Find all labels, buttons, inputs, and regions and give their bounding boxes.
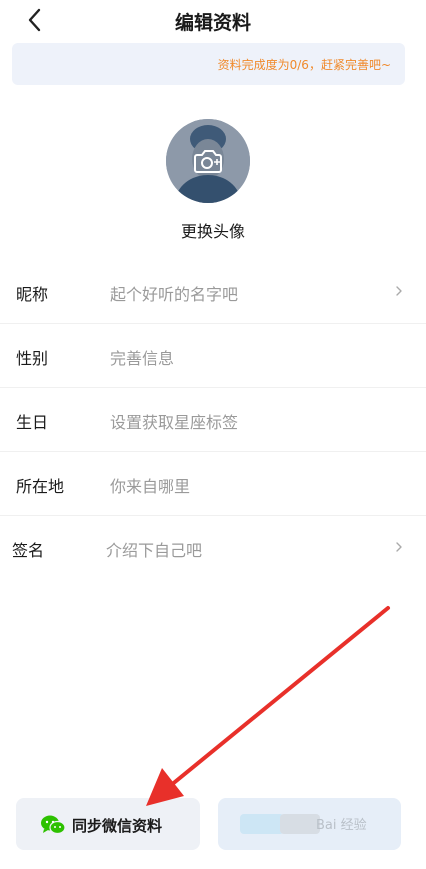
sync-wechat-label: 同步微信资料 (72, 817, 163, 835)
row-placeholder: 完善信息 (110, 349, 175, 368)
row-placeholder: 设置获取星座标签 (110, 413, 239, 432)
blurred-region (240, 814, 284, 834)
row-label: 签名 (12, 541, 45, 560)
watermark-text: Bai 经验 (316, 818, 367, 833)
avatar[interactable] (166, 119, 250, 203)
row-label: 昵称 (16, 285, 49, 304)
form-row-location[interactable]: 所在地 你来自哪里 (0, 452, 426, 516)
completion-text: 资料完成度为0/6，赶紧完善吧~ (217, 58, 391, 72)
form-row-birthday[interactable]: 生日 设置获取星座标签 (0, 388, 426, 452)
row-placeholder: 介绍下自己吧 (106, 541, 203, 560)
sync-wechat-button[interactable]: 同步微信资料 (16, 798, 200, 850)
row-placeholder: 你来自哪里 (110, 477, 191, 496)
profile-form: 昵称 起个好听的名字吧 性别 完善信息 生日 设置获取星座标签 所在地 你来自哪… (0, 260, 426, 580)
form-row-gender[interactable]: 性别 完善信息 (0, 324, 426, 388)
row-label: 所在地 (16, 477, 65, 496)
chevron-right-icon (396, 542, 402, 552)
chevron-right-icon (396, 286, 402, 296)
row-placeholder: 起个好听的名字吧 (110, 285, 239, 304)
row-label: 性别 (16, 349, 49, 368)
profile-completion-banner: 资料完成度为0/6，赶紧完善吧~ (12, 43, 405, 85)
bottom-action-bar: 同步微信资料 Bai 经验 (0, 796, 426, 852)
form-row-signature[interactable]: 签名 介绍下自己吧 (0, 516, 426, 580)
wechat-icon (41, 815, 66, 835)
save-button[interactable] (218, 798, 401, 850)
row-label: 生日 (16, 413, 49, 432)
camera-plus-icon (194, 150, 222, 173)
top-nav-bar: 编辑资料 (0, 0, 426, 40)
form-row-nickname[interactable]: 昵称 起个好听的名字吧 (0, 260, 426, 324)
blurred-region (280, 814, 320, 834)
page-title: 编辑资料 (174, 12, 251, 34)
change-avatar-label[interactable]: 更换头像 (0, 218, 426, 242)
